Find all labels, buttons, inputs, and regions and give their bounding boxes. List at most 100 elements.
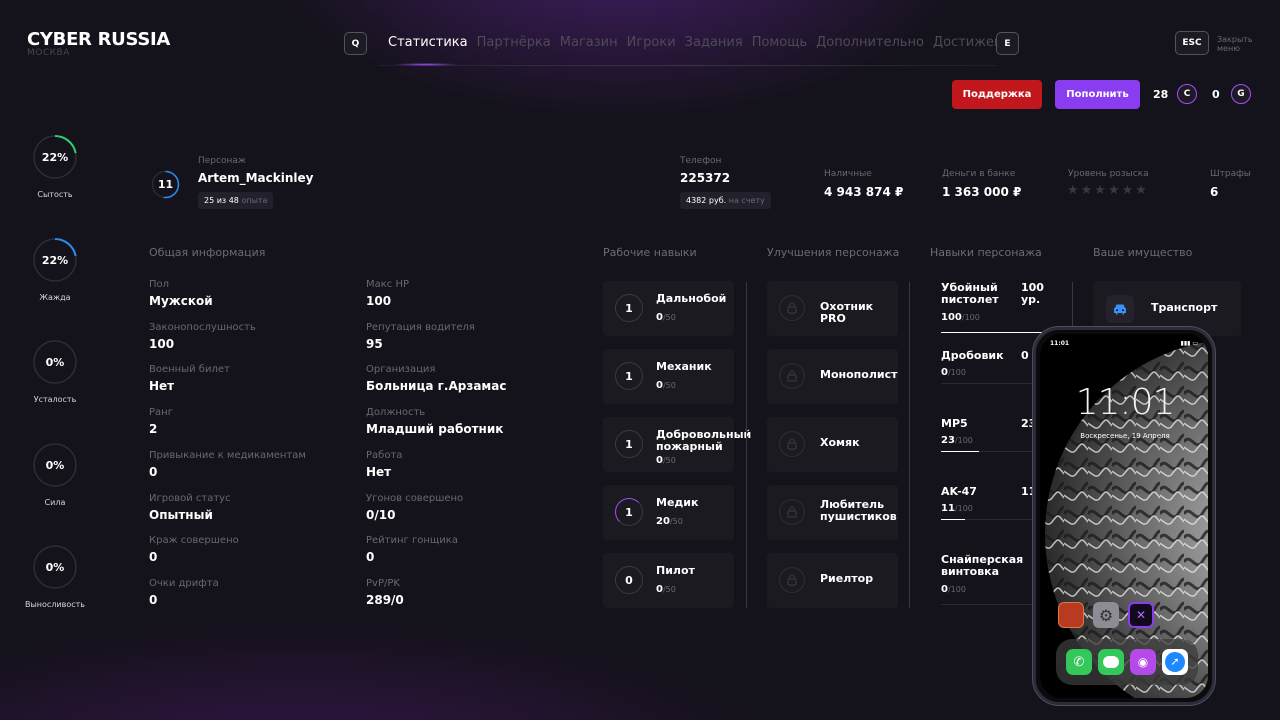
need-value: 22% [41,253,69,267]
safari-app-icon[interactable]: ➚ [1162,649,1188,675]
info-value: 0 [149,592,158,607]
phone-screen: 11:01 ▮▮▮ ▭ 11:01 Воскресенье, 19 Апреля… [1040,334,1208,698]
car-icon-svg [1114,304,1126,315]
upgrade-name: Риелтор [820,572,874,585]
car-icon [1106,295,1134,323]
need-label: Выносливость [24,600,86,609]
info-label: Угонов совершено [366,492,464,504]
next-tab-key-button[interactable]: E [996,32,1019,55]
upgrade-card[interactable]: Любитель пушистиков [767,485,898,540]
info-value: Опытный [149,507,213,522]
nav-tab[interactable]: Партнёрка [477,35,551,50]
need-ring: 22% [32,237,78,283]
lock-icon [779,567,805,593]
work-skill-name: Механик [656,360,712,373]
support-button[interactable]: Поддержка [952,80,1042,109]
char-skill-max: /100 [954,504,973,513]
lock-icon [779,431,805,457]
char-skill-progress: 23/100 [941,435,973,446]
info-value: 2 [149,422,158,437]
upgrade-card[interactable]: Монополист [767,349,898,404]
work-skill-card[interactable]: 1 Добровольный пожарный 0/50 [603,417,751,472]
nav-tab[interactable]: Дополнительно [816,35,924,50]
char-skill-bar [941,332,1056,333]
prev-tab-key-button[interactable]: Q [344,32,367,55]
samp-app-icon[interactable] [1058,602,1084,628]
info-label: Работа [366,449,403,461]
settings-app-icon[interactable]: ⚙ [1093,602,1119,628]
close-menu[interactable]: ESC Закрыть меню [1175,31,1253,55]
info-label: Законопослушность [149,321,256,333]
fines-label: Штрафы [1210,169,1251,179]
battery-icon: ▮▮▮ ▭ [1180,340,1198,347]
fines-value: 6 [1210,185,1219,199]
phone-app-icon[interactable]: ✆ [1066,649,1092,675]
esc-key-button[interactable]: ESC [1175,31,1209,55]
need-value: 0% [45,458,65,472]
game-app-icon[interactable]: ✕ [1128,602,1154,628]
c-coin-icon: C [1177,84,1197,104]
messages-app-icon[interactable] [1098,649,1124,675]
char-skill-name: Убойный пистолет [941,281,999,306]
work-skill-card[interactable]: 1 Механик 0/50 [603,349,734,404]
need-label: Жажда [39,293,71,302]
char-skill-max: /100 [954,436,973,445]
divider [746,282,747,608]
work-skill-card[interactable]: 0 Пилот 0/50 [603,553,734,608]
need-value: 0% [45,355,65,369]
property-title: Ваше имущество [1093,246,1193,259]
phone-number: 225372 [680,171,731,185]
info-value: Нет [366,464,392,479]
topup-button[interactable]: Пополнить [1055,80,1140,109]
info-label: Макс HP [366,279,410,290]
phone-widget[interactable]: 11:01 ▮▮▮ ▭ 11:01 Воскресенье, 19 Апреля… [1033,327,1215,705]
lock-icon [779,295,805,321]
char-skills-title: Навыки персонажа [930,246,1042,259]
upgrade-card[interactable]: Охотник PRO [767,281,898,336]
need-label: Усталость [33,395,77,404]
work-skill-value: 0 [656,455,663,466]
char-skill: Убойный пистолет 100 ур. 100/100 [930,281,1062,336]
exp-chip: 25 из 48 опыта [198,192,274,209]
work-skill-progress: 0/50 [656,380,676,391]
info-value: 0 [149,550,158,565]
character-name: Artem_Mackinley [198,171,314,185]
nav-tab[interactable]: Игроки [627,35,676,50]
phone-number-label: Телефон [680,156,722,166]
level-ring: 11 [151,170,180,199]
podcasts-app-icon[interactable]: ◉ [1130,649,1156,675]
work-skill-card[interactable]: 1 Дальнобой 0/50 [603,281,734,336]
info-label: Организация [366,364,436,376]
logo: CYBER RUSSIA МОСКВА [27,29,170,58]
upgrades-title: Улучшения персонажа [767,246,900,259]
char-skill-level: 100 ур. [1021,281,1044,306]
info-label: Ранг [149,407,173,419]
exp-suffix: опыта [241,196,268,205]
bank-value: 1 363 000 ₽ [942,185,1022,199]
wanted-label: Уровень розыска [1068,169,1149,179]
nav-tab[interactable]: Задания [685,35,743,50]
upgrade-card[interactable]: Хомяк [767,417,898,472]
work-skill-level: 1 [615,430,643,458]
char-skill-value: 11 [941,503,955,514]
char-skill-progress: 100/100 [941,312,980,323]
upgrade-card[interactable]: Риелтор [767,553,898,608]
need-ring: 0% [32,339,78,385]
info-label: Игровой статус [149,492,231,504]
nav-tab[interactable]: Помощь [752,35,807,50]
level-value: 11 [157,178,174,191]
phone-clock: 11:01 [1075,382,1176,423]
need-ring: 0% [32,442,78,488]
char-skill-max: /100 [947,368,966,377]
need-value: 0% [45,560,65,574]
property-transport-label: Транспорт [1151,301,1218,314]
work-skill-progress: 20/50 [656,516,683,527]
nav-tab[interactable]: Статистика [388,35,468,50]
work-skill-card[interactable]: 1 Медик 20/50 [603,485,734,540]
bank-label: Деньги в банке [942,169,1016,179]
char-skill-progress: 0/100 [941,584,966,595]
work-skill-max: /50 [662,381,676,390]
nav-tab[interactable]: Магазин [560,35,618,50]
main-nav: Статистика Партнёрка Магазин Игроки Задания П… [388,35,1028,50]
work-skill-progress: 0/50 [656,584,676,595]
